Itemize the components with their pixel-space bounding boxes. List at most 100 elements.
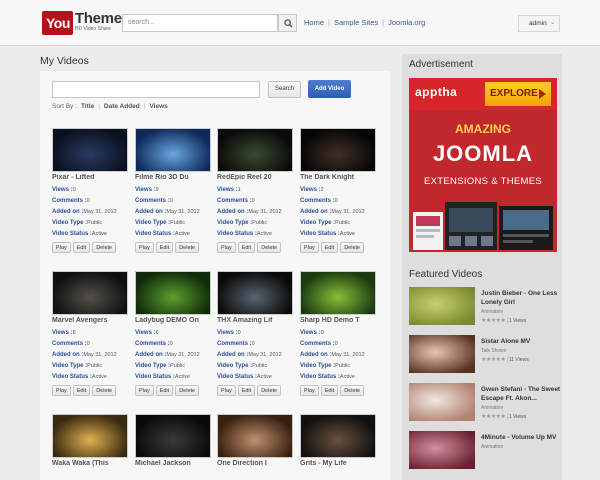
edit-button[interactable]: Edit (237, 385, 256, 396)
main-content: My Videos Search Add Video Sort By : Tit… (40, 54, 390, 480)
play-button[interactable]: Play (217, 385, 236, 396)
featured-video-item[interactable]: Sistar Alone MV Talk Shows ★★★★★ | 11 View… (409, 335, 559, 377)
ad-explore-button[interactable]: EXPLORE (485, 82, 551, 106)
advertisement-banner[interactable]: apptha EXPLORE AMAZING JOOMLA EXTENSIONS… (409, 78, 557, 252)
featured-thumbnail[interactable] (409, 383, 475, 421)
play-button[interactable]: Play (217, 242, 236, 253)
video-status-value: Active (339, 374, 355, 380)
edit-button[interactable]: Edit (155, 242, 174, 253)
views-value: 0 (320, 330, 324, 336)
video-status: Video Status :Active (300, 229, 376, 240)
play-button[interactable]: Play (300, 242, 319, 253)
site-search-input[interactable]: search... (122, 14, 278, 32)
video-thumbnail[interactable] (52, 128, 128, 172)
comments-value: 0 (169, 198, 173, 204)
video-thumbnail[interactable] (300, 414, 376, 458)
delete-button[interactable]: Delete (92, 242, 117, 253)
nav-sample-sites[interactable]: Sample Sites (334, 18, 378, 27)
featured-video-item[interactable]: 4Minute - Volume Up MV Animation (409, 431, 559, 473)
video-title[interactable]: Michael Jackson (135, 460, 211, 471)
views-label: Views : (217, 330, 238, 336)
video-thumbnail[interactable] (52, 271, 128, 315)
page-title: My Videos (40, 55, 89, 67)
video-type: Video Type :Public (135, 361, 211, 372)
featured-video-item[interactable]: Gwen Stefani - The Sweet Escape Ft. Akon… (409, 383, 561, 425)
video-thumbnail[interactable] (217, 271, 293, 315)
featured-thumbnail[interactable] (409, 431, 475, 469)
video-type-value: Public (87, 363, 103, 369)
play-button[interactable]: Play (52, 242, 71, 253)
delete-button[interactable]: Delete (340, 242, 365, 253)
sort-views[interactable]: Views (149, 103, 167, 110)
video-title[interactable]: THX Amazing Lif (217, 317, 293, 328)
video-thumbnail[interactable] (217, 128, 293, 172)
video-title[interactable]: Marvel Avengers (52, 317, 128, 328)
play-button[interactable]: Play (300, 385, 319, 396)
featured-title[interactable]: Gwen Stefani - The Sweet Escape Ft. Akon… (481, 385, 561, 403)
video-thumbnail[interactable] (135, 128, 211, 172)
video-title[interactable]: Waka Waka (This (52, 460, 128, 471)
added-on-label: Added on : (300, 209, 332, 215)
video-views: Views :8 (52, 328, 128, 339)
video-title[interactable]: RedEpic Reel 20 (217, 174, 293, 185)
edit-button[interactable]: Edit (155, 385, 174, 396)
featured-title[interactable]: Justin Bieber - One Less Lonely Girl (481, 289, 561, 307)
edit-button[interactable]: Edit (320, 242, 339, 253)
video-title[interactable]: Sharp HD Demo T (300, 317, 376, 328)
edit-button[interactable]: Edit (320, 385, 339, 396)
ad-brand: apptha (415, 85, 458, 99)
video-thumbnail[interactable] (217, 414, 293, 458)
add-video-button[interactable]: Add Video (308, 80, 351, 98)
delete-button[interactable]: Delete (175, 242, 200, 253)
video-comments: Comments :0 (300, 196, 376, 207)
play-button[interactable]: Play (135, 242, 154, 253)
star-rating-icon: ★★★★★ (481, 414, 506, 420)
video-card: The Dark Knight Views :2 Comments :0 Added … (300, 128, 376, 253)
views-value: 8 (72, 330, 76, 336)
video-title[interactable]: Ladybug DEMO On (135, 317, 211, 328)
video-title[interactable]: The Dark Knight (300, 174, 376, 185)
sort-title[interactable]: Title (81, 103, 94, 110)
video-title[interactable]: Pixar - Lifted (52, 174, 128, 185)
video-title[interactable]: Filme Rio 3D Du (135, 174, 211, 185)
video-status-label: Video Status : (300, 231, 340, 237)
video-status-value: Active (256, 374, 272, 380)
play-button[interactable]: Play (135, 385, 154, 396)
delete-button[interactable]: Delete (257, 242, 282, 253)
video-thumbnail[interactable] (300, 271, 376, 315)
sort-date-added[interactable]: Date Added (104, 103, 140, 110)
edit-button[interactable]: Edit (72, 242, 91, 253)
delete-button[interactable]: Delete (92, 385, 117, 396)
nav-home[interactable]: Home (304, 18, 324, 27)
nav-joomla[interactable]: Joomla.org (388, 18, 425, 27)
video-thumbnail[interactable] (135, 271, 211, 315)
views-label: Views : (135, 330, 156, 336)
delete-button[interactable]: Delete (175, 385, 200, 396)
featured-category: Animation (481, 309, 504, 315)
video-status-value: Active (174, 374, 190, 380)
site-logo[interactable]: You Theme HD Video Share (42, 11, 122, 35)
delete-button[interactable]: Delete (257, 385, 282, 396)
featured-title[interactable]: 4Minute - Volume Up MV (481, 433, 561, 442)
featured-video-item[interactable]: Justin Bieber - One Less Lonely Girl Anim… (409, 287, 559, 329)
video-title[interactable]: Grits - My Life (300, 460, 376, 471)
video-thumbnail[interactable] (135, 414, 211, 458)
added-on-label: Added on : (217, 209, 249, 215)
site-search-button[interactable] (278, 14, 297, 32)
search-button[interactable]: Search (268, 81, 301, 98)
video-title[interactable]: One Direction I (217, 460, 293, 471)
video-thumbnail[interactable] (300, 128, 376, 172)
video-type-value: Public (252, 220, 268, 226)
featured-thumbnail[interactable] (409, 287, 475, 325)
featured-title[interactable]: Sistar Alone MV (481, 337, 561, 346)
user-menu[interactable]: admin ⌄ (518, 15, 560, 32)
added-on-label: Added on : (217, 352, 249, 358)
edit-button[interactable]: Edit (237, 242, 256, 253)
video-search-input[interactable] (52, 81, 260, 98)
play-button[interactable]: Play (52, 385, 71, 396)
featured-thumbnail[interactable] (409, 335, 475, 373)
delete-button[interactable]: Delete (340, 385, 365, 396)
video-thumbnail[interactable] (52, 414, 128, 458)
views-value: 1 (237, 187, 241, 193)
edit-button[interactable]: Edit (72, 385, 91, 396)
